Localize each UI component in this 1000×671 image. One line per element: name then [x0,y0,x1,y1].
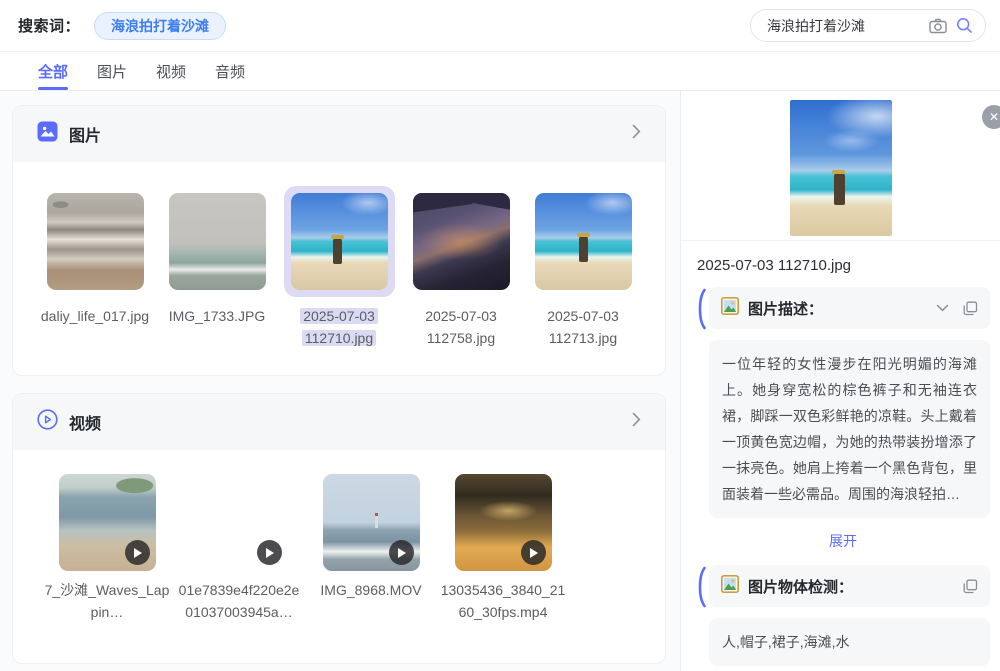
description-section: 图片描述： [696,287,990,551]
result-type-tabs: 全部 图片 视频 音频 [0,52,1000,91]
object-detection-section: 图片物体检测： 人,帽子,裙子,海滩,水 [696,565,990,666]
videos-card-header[interactable]: 视频 [13,394,665,450]
image-item[interactable]: IMG_1733.JPG [161,186,273,349]
top-bar: 搜索词： 海浪拍打着沙滩 [0,0,1000,52]
image-filename: 2025-07-03 112758.jpg [399,305,523,349]
image-thumbnail[interactable] [413,193,510,290]
search-input[interactable] [767,18,920,34]
play-badge-icon [389,540,414,565]
main-area: 图片 daliy_life_017.jpg IMG [0,91,1000,671]
video-thumbnails: 7_沙滩_Waves_Lappin… 01e7839e4f220e2e01037… [13,450,665,649]
section-accent [697,566,706,613]
play-badge-icon [125,540,150,565]
images-card-title: 图片 [69,122,101,146]
video-item[interactable]: 7_沙滩_Waves_Lappin… [43,474,171,623]
image-item[interactable]: 2025-07-03 112713.jpg [527,186,639,349]
close-icon[interactable]: ✕ [982,105,1000,129]
play-badge-icon [521,540,546,565]
person-silhouette [834,173,845,205]
video-item[interactable]: 13035436_3840_2160_30fps.mp4 [439,474,567,623]
video-item[interactable]: IMG_8968.MOV [307,474,435,623]
video-filename: 7_沙滩_Waves_Lappin… [44,579,170,623]
tab-all[interactable]: 全部 [38,52,68,90]
chevron-down-icon[interactable] [936,304,949,312]
results-column: 图片 daliy_life_017.jpg IMG [0,91,680,671]
framed-picture-icon [721,297,739,320]
video-item[interactable]: 01e7839e4f220e2e01037003945a… [175,474,303,623]
videos-card: 视频 7_沙滩_Waves_Lappin… 01e [12,393,666,664]
copy-icon[interactable] [963,301,978,316]
images-card-header[interactable]: 图片 [13,106,665,162]
description-header[interactable]: 图片描述： [709,287,990,329]
object-detection-title: 图片物体检测： [748,576,853,597]
person-silhouette [579,236,588,262]
preview-image[interactable] [790,100,892,236]
videos-card-title: 视频 [69,410,101,434]
video-thumbnail[interactable] [455,474,552,571]
tab-images[interactable]: 图片 [97,52,127,90]
magnifier-icon[interactable] [956,17,973,34]
video-filename: 13035436_3840_2160_30fps.mp4 [440,579,566,623]
image-section-icon [37,121,58,147]
description-title: 图片描述： [748,298,823,319]
image-filename: 2025-07-03 112710.jpg [277,305,401,349]
description-text: 一位年轻的女性漫步在阳光明媚的海滩上。她身穿宽松的棕色裤子和无袖连衣裙，脚踩一双… [709,340,990,518]
image-thumbnails: daliy_life_017.jpg IMG_1733.JPG 2025-07-… [13,162,665,375]
image-thumbnail[interactable] [291,193,388,290]
media-search-app: 搜索词： 海浪拍打着沙滩 全部 图片 视频 音频 [0,0,1000,671]
object-detection-header[interactable]: 图片物体检测： [709,565,990,607]
selection-highlight[interactable] [284,186,395,297]
image-thumbnail[interactable] [169,193,266,290]
section-accent [697,288,706,335]
object-detection-text: 人,帽子,裙子,海滩,水 [709,618,990,666]
detail-body: 2025-07-03 112710.jpg [681,241,1000,671]
image-filename: daliy_life_017.jpg [33,305,157,327]
image-item[interactable]: daliy_life_017.jpg [39,186,151,349]
image-filename: IMG_1733.JPG [155,305,279,327]
search-term-tag[interactable]: 海浪拍打着沙滩 [94,12,226,40]
video-filename: IMG_8968.MOV [308,579,434,601]
framed-picture-icon [721,575,739,598]
expand-link[interactable]: 展开 [696,531,990,551]
image-filename: 2025-07-03 112713.jpg [521,305,645,349]
image-thumbnail[interactable] [47,193,144,290]
detail-panel: ✕ 2025-07-03 112710.jpg [680,91,1000,671]
video-filename: 01e7839e4f220e2e01037003945a… [176,579,302,623]
image-thumbnail[interactable] [535,193,632,290]
search-box[interactable] [750,9,986,42]
image-item-selected[interactable]: 2025-07-03 112710.jpg [283,186,395,349]
chevron-right-icon[interactable] [632,124,641,144]
video-thumbnail[interactable] [323,474,420,571]
tab-audio[interactable]: 音频 [215,52,245,90]
camera-icon[interactable] [929,18,947,34]
detail-filename: 2025-07-03 112710.jpg [697,257,990,274]
tab-videos[interactable]: 视频 [156,52,186,90]
video-thumbnail[interactable] [191,474,288,571]
preview-area: ✕ [681,91,1000,241]
image-item[interactable]: 2025-07-03 112758.jpg [405,186,517,349]
video-thumbnail[interactable] [59,474,156,571]
chevron-right-icon[interactable] [632,412,641,432]
play-badge-icon [257,540,282,565]
play-circle-icon [37,409,58,435]
copy-icon[interactable] [963,579,978,594]
person-silhouette [333,238,342,264]
search-term-label: 搜索词： [18,15,80,36]
images-card: 图片 daliy_life_017.jpg IMG [12,105,666,376]
